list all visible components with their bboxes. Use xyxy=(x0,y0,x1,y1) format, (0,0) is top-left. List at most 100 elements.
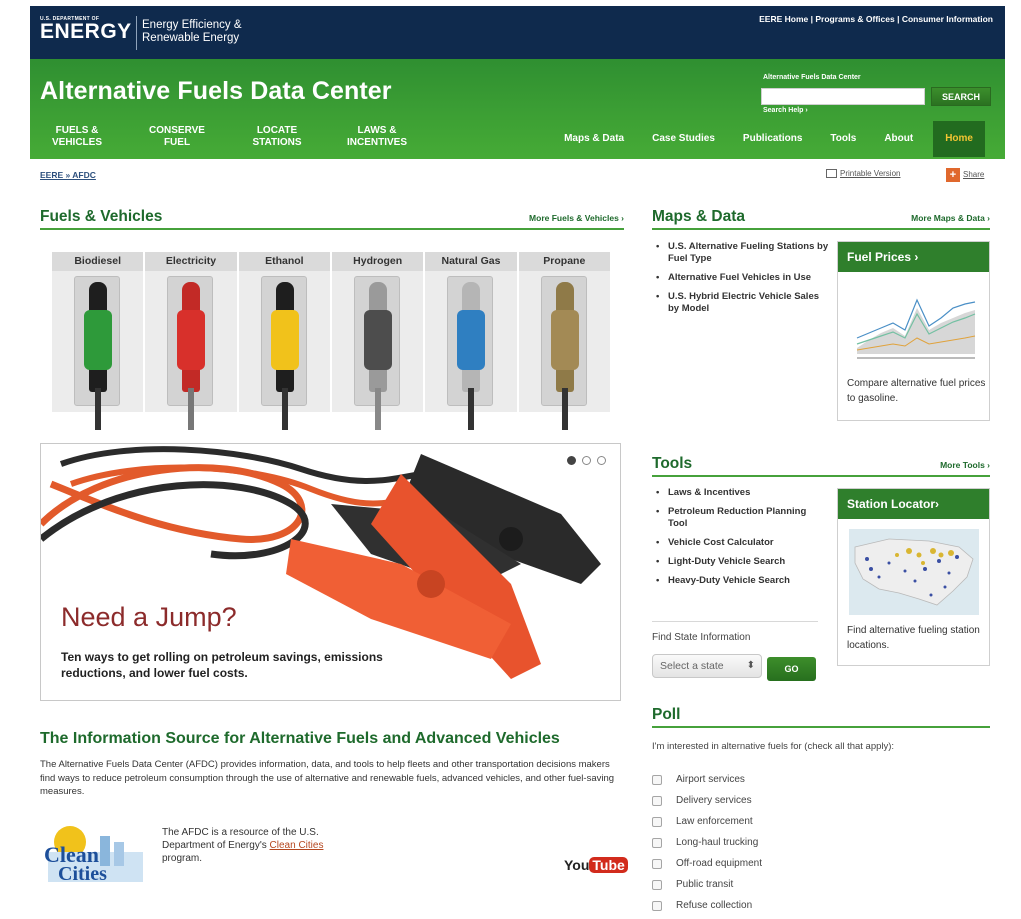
youtube-you: You xyxy=(564,857,590,873)
fuel-prices-chart-thumbnail xyxy=(849,278,979,359)
printer-icon xyxy=(826,169,837,179)
station-locator-card[interactable]: Station Locator› Find alternative fuelin… xyxy=(837,488,990,666)
search-help-link[interactable]: Search Help › xyxy=(763,107,808,114)
share-link[interactable]: + Share xyxy=(946,168,984,182)
poll-checkbox[interactable] xyxy=(652,900,662,911)
nav-laws-incentives[interactable]: LAWS & INCENTIVES xyxy=(340,125,414,149)
poll-checkbox[interactable] xyxy=(652,858,662,869)
poll-option-label[interactable]: Public transit xyxy=(676,879,733,890)
clean-cities-logo-word-2: Cities xyxy=(58,863,107,884)
printable-version-link[interactable]: Printable Version xyxy=(826,169,900,179)
info-heading: The Information Source for Alternative F… xyxy=(40,730,560,747)
pump-grip-electricity xyxy=(177,310,206,370)
poll-option-label[interactable]: Law enforcement xyxy=(676,816,753,827)
carousel-dot-1[interactable] xyxy=(567,456,576,465)
pump-hose xyxy=(561,388,568,430)
poll-checkbox[interactable] xyxy=(652,816,662,827)
clean-cities-logo[interactable]: Clean Cities xyxy=(40,822,152,885)
nav-about[interactable]: About xyxy=(870,121,927,157)
poll-option-label[interactable]: Airport services xyxy=(676,774,745,785)
maps-link-stations[interactable]: U.S. Alternative Fueling Stations by Fue… xyxy=(652,241,832,265)
poll-checkbox[interactable] xyxy=(652,774,662,785)
station-locator-title[interactable]: Station Locator› xyxy=(838,489,989,519)
nav-locate-stations[interactable]: LOCATE STATIONS xyxy=(240,125,314,149)
poll-option-label[interactable]: Long-haul trucking xyxy=(676,837,758,848)
pump-hose xyxy=(374,388,381,430)
hero-subtext: Ten ways to get rolling on petroleum sav… xyxy=(61,650,383,680)
nav-fuels-vehicles[interactable]: FUELS & VEHICLES xyxy=(40,125,114,149)
fuel-tile-label: Biodiesel xyxy=(52,252,144,271)
poll-options: Airport services Delivery services Law e… xyxy=(652,769,762,916)
poll-section-heading: Poll xyxy=(652,706,990,728)
pump-grip-biodiesel xyxy=(84,310,112,370)
pump-hose xyxy=(281,388,288,430)
fuel-tile-hydrogen[interactable]: Hydrogen xyxy=(331,252,424,430)
site-title[interactable]: Alternative Fuels Data Center xyxy=(40,77,392,106)
nav-home[interactable]: Home xyxy=(933,121,985,157)
station-locator-text: Find alternative fueling station locatio… xyxy=(847,625,980,651)
tools-section-title: Tools xyxy=(652,455,693,472)
poll-option-label[interactable]: Delivery services xyxy=(676,795,752,806)
fuel-prices-card[interactable]: Fuel Prices › Compare alternative fuel p… xyxy=(837,241,990,421)
fuel-tile-natural-gas[interactable]: Natural Gas xyxy=(425,252,517,430)
nav-tools[interactable]: Tools xyxy=(816,121,870,157)
poll-question: I'm interested in alternative fuels for … xyxy=(652,741,895,752)
nav-case-studies[interactable]: Case Studies xyxy=(638,121,729,157)
fuel-tile-propane[interactable]: Propane xyxy=(518,252,610,430)
primary-nav: FUELS & VEHICLES CONSERVE FUEL LOCATE ST… xyxy=(40,125,440,149)
carousel-dot-2[interactable] xyxy=(582,456,591,465)
youtube-icon[interactable]: You Tube xyxy=(564,857,628,873)
fuel-tile-label: Ethanol xyxy=(238,252,330,271)
maps-link-afv-in-use[interactable]: Alternative Fuel Vehicles in Use xyxy=(652,272,832,284)
more-maps-link[interactable]: More Maps & Data › xyxy=(911,213,990,223)
poll-checkbox[interactable] xyxy=(652,879,662,890)
poll-option: Airport services xyxy=(652,769,762,790)
nav-conserve-fuel[interactable]: CONSERVE FUEL xyxy=(140,125,214,149)
hero-headline[interactable]: Need a Jump? xyxy=(61,602,237,633)
tools-link-light-duty[interactable]: Light-Duty Vehicle Search xyxy=(652,556,828,568)
search-button[interactable]: SEARCH xyxy=(931,87,991,106)
poll-title: Poll xyxy=(652,706,681,723)
clean-cities-link[interactable]: Clean Cities xyxy=(270,840,324,851)
logo-divider xyxy=(136,16,137,50)
nav-maps-data[interactable]: Maps & Data xyxy=(550,121,638,157)
carousel-dot-3[interactable] xyxy=(597,456,606,465)
poll-option-label[interactable]: Refuse collection xyxy=(676,900,752,911)
maps-section-title: Maps & Data xyxy=(652,208,746,225)
fuel-tile-electricity[interactable]: Electricity xyxy=(145,252,237,430)
poll-option: Delivery services xyxy=(652,790,762,811)
tools-link-heavy-duty[interactable]: Heavy-Duty Vehicle Search xyxy=(652,575,828,587)
poll-checkbox[interactable] xyxy=(652,837,662,848)
nav-publications[interactable]: Publications xyxy=(729,121,816,157)
clean-cities-text: The AFDC is a resource of the U.S. Depar… xyxy=(162,826,342,865)
tools-link-cost-calculator[interactable]: Vehicle Cost Calculator xyxy=(652,537,828,549)
doe-logo[interactable]: U.S. DEPARTMENT OF ENERGY xyxy=(40,16,132,42)
poll-option: Refuse collection xyxy=(652,895,762,916)
poll-option-label[interactable]: Off-road equipment xyxy=(676,858,762,869)
maps-link-hybrid-sales[interactable]: U.S. Hybrid Electric Vehicle Sales by Mo… xyxy=(652,291,832,315)
fuel-tile-ethanol[interactable]: Ethanol xyxy=(238,252,330,430)
share-label: Share xyxy=(963,170,985,180)
clean-cities-tail: program. xyxy=(162,853,203,864)
top-link-consumer[interactable]: Consumer Information xyxy=(902,14,993,24)
fuels-section-title: Fuels & Vehicles xyxy=(40,208,163,225)
top-link-programs[interactable]: Programs & Offices xyxy=(815,14,894,24)
hero-carousel[interactable]: Need a Jump? Ten ways to get rolling on … xyxy=(40,443,621,701)
fuel-tile-biodiesel[interactable]: Biodiesel xyxy=(52,252,144,430)
state-select[interactable]: Select a state ⬍ xyxy=(652,654,762,678)
top-link-eere-home[interactable]: EERE Home xyxy=(759,14,808,24)
more-tools-link[interactable]: More Tools › xyxy=(940,460,990,470)
poll-checkbox[interactable] xyxy=(652,795,662,806)
eere-title[interactable]: Energy Efficiency & Renewable Energy xyxy=(142,19,282,45)
state-go-button[interactable]: GO xyxy=(767,657,816,681)
eere-top-bar: U.S. DEPARTMENT OF ENERGY Energy Efficie… xyxy=(30,6,1005,59)
search-input[interactable] xyxy=(761,88,925,105)
more-fuels-link[interactable]: More Fuels & Vehicles › xyxy=(529,213,624,223)
pump-grip-ethanol xyxy=(270,310,299,370)
tools-link-laws[interactable]: Laws & Incentives xyxy=(652,487,828,499)
fuel-prices-title[interactable]: Fuel Prices › xyxy=(838,242,989,272)
tools-link-petroleum[interactable]: Petroleum Reduction Planning Tool xyxy=(652,506,828,530)
secondary-nav: Maps & Data Case Studies Publications To… xyxy=(550,121,1005,157)
state-select-value: Select a state xyxy=(660,660,724,672)
breadcrumb[interactable]: EERE » AFDC xyxy=(40,170,96,180)
